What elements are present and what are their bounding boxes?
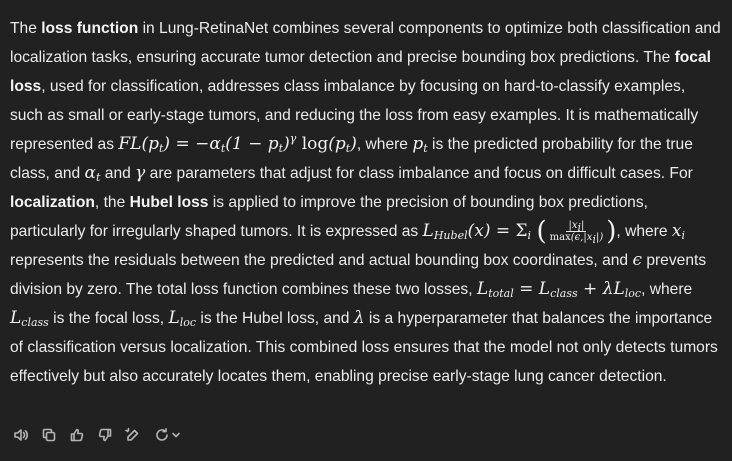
math-alpha-t: αt — [84, 163, 101, 184]
bold-term: loss function — [41, 20, 139, 37]
text: are parameters that adjust for class imb… — [145, 165, 693, 182]
thumbs-down-icon — [98, 428, 112, 442]
math-lclass: Lclass — [10, 308, 49, 329]
regenerate-icon — [155, 428, 168, 441]
math-epsilon: ϵ — [632, 250, 642, 270]
text: , where — [356, 136, 413, 153]
hubel-loss-equation: LHubel(x) = Σi (|xi| max(ϵ,|xi|)) — [422, 216, 617, 247]
speaker-icon — [14, 429, 28, 441]
bold-term: localization — [10, 194, 95, 211]
thumbs-up-icon — [70, 428, 84, 442]
math-pt: pt — [412, 134, 428, 155]
assistant-message: The loss function in Lung-RetinaNet comb… — [10, 14, 722, 391]
math-lloc: Lloc — [168, 308, 197, 329]
text: , where — [641, 281, 693, 298]
math-lambda: λ — [353, 308, 365, 328]
chevron-down-icon — [171, 432, 180, 438]
text: and — [100, 165, 136, 182]
read-aloud-button[interactable] — [10, 424, 32, 446]
math-xi: xi — [671, 221, 686, 242]
copy-button[interactable] — [38, 424, 60, 446]
text: represents the residuals between the pre… — [10, 252, 633, 269]
total-loss-equation: Ltotal = Lclass + λLloc — [476, 279, 642, 300]
message-actions-toolbar — [10, 424, 184, 446]
message-paragraph: The loss function in Lung-RetinaNet comb… — [10, 14, 722, 391]
math-gamma: γ — [135, 163, 146, 183]
text: The — [10, 20, 42, 37]
text: is the Hubel loss, and — [196, 310, 354, 327]
edit-in-canvas-button[interactable] — [122, 424, 144, 446]
bold-term: Hubel loss — [129, 194, 209, 211]
copy-icon — [42, 428, 56, 442]
bad-response-button[interactable] — [94, 424, 116, 446]
text: , where — [616, 223, 672, 240]
edit-icon — [125, 427, 139, 441]
text: , the — [94, 194, 130, 211]
good-response-button[interactable] — [66, 424, 88, 446]
regenerate-button[interactable] — [150, 424, 184, 446]
focal-loss-equation: FL(pt) = −αt(1 − pt)γ log(pt) — [118, 132, 357, 155]
text: is the focal loss, — [48, 310, 169, 327]
